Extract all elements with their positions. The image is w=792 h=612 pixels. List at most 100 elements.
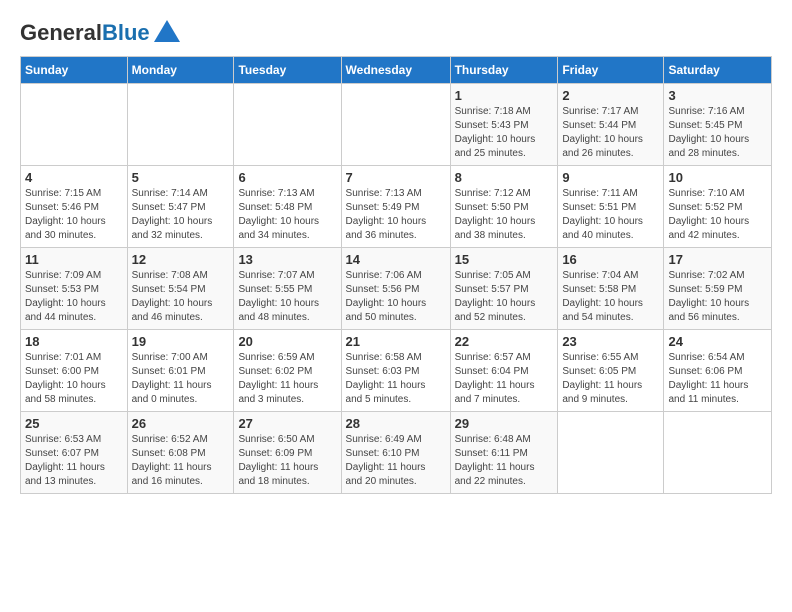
day-info: Sunrise: 7:09 AMSunset: 5:53 PMDaylight:… xyxy=(25,269,123,325)
day-number: 15 xyxy=(455,252,554,267)
day-number: 10 xyxy=(668,170,767,185)
header-monday: Monday xyxy=(127,57,234,84)
day-number: 4 xyxy=(25,170,123,185)
day-number: 17 xyxy=(668,252,767,267)
day-cell: 29 Sunrise: 6:48 AMSunset: 6:11 PMDayligh… xyxy=(450,412,558,494)
day-info: Sunrise: 7:10 AMSunset: 5:52 PMDaylight:… xyxy=(668,187,767,243)
header-thursday: Thursday xyxy=(450,57,558,84)
week-row-5: 25 Sunrise: 6:53 AMSunset: 6:07 PMDayligh… xyxy=(21,412,772,494)
day-info: Sunrise: 7:04 AMSunset: 5:58 PMDaylight:… xyxy=(562,269,659,325)
day-number: 11 xyxy=(25,252,123,267)
day-number: 25 xyxy=(25,416,123,431)
calendar-header-row: SundayMondayTuesdayWednesdayThursdayFrid… xyxy=(21,57,772,84)
day-cell: 20 Sunrise: 6:59 AMSunset: 6:02 PMDayligh… xyxy=(234,330,341,412)
day-info: Sunrise: 6:58 AMSunset: 6:03 PMDaylight:… xyxy=(346,351,446,407)
day-cell: 26 Sunrise: 6:52 AMSunset: 6:08 PMDayligh… xyxy=(127,412,234,494)
day-cell: 18Sunrise: 7:01 AMSunset: 6:00 PMDayligh… xyxy=(21,330,128,412)
day-cell: 1 Sunrise: 7:18 AMSunset: 5:43 PMDaylight… xyxy=(450,84,558,166)
day-cell: 13 Sunrise: 7:07 AMSunset: 5:55 PMDayligh… xyxy=(234,248,341,330)
day-cell xyxy=(21,84,128,166)
day-info: Sunrise: 7:02 AMSunset: 5:59 PMDaylight:… xyxy=(668,269,767,325)
day-cell: 7 Sunrise: 7:13 AMSunset: 5:49 PMDaylight… xyxy=(341,166,450,248)
day-info: Sunrise: 6:54 AMSunset: 6:06 PMDaylight:… xyxy=(668,351,767,407)
day-number: 21 xyxy=(346,334,446,349)
day-number: 13 xyxy=(238,252,336,267)
day-number: 22 xyxy=(455,334,554,349)
logo-icon xyxy=(152,16,182,46)
header-tuesday: Tuesday xyxy=(234,57,341,84)
day-cell: 2 Sunrise: 7:17 AMSunset: 5:44 PMDaylight… xyxy=(558,84,664,166)
day-number: 19 xyxy=(132,334,230,349)
day-number: 1 xyxy=(455,88,554,103)
day-info: Sunrise: 7:08 AMSunset: 5:54 PMDaylight:… xyxy=(132,269,230,325)
day-info: Sunrise: 6:50 AMSunset: 6:09 PMDaylight:… xyxy=(238,433,336,489)
day-number: 12 xyxy=(132,252,230,267)
day-number: 14 xyxy=(346,252,446,267)
week-row-3: 11 Sunrise: 7:09 AMSunset: 5:53 PMDayligh… xyxy=(21,248,772,330)
day-number: 7 xyxy=(346,170,446,185)
day-info: Sunrise: 7:15 AMSunset: 5:46 PMDaylight:… xyxy=(25,187,123,243)
week-row-2: 4 Sunrise: 7:15 AMSunset: 5:46 PMDaylight… xyxy=(21,166,772,248)
week-row-4: 18Sunrise: 7:01 AMSunset: 6:00 PMDayligh… xyxy=(21,330,772,412)
day-info: Sunrise: 6:49 AMSunset: 6:10 PMDaylight:… xyxy=(346,433,446,489)
day-cell: 22 Sunrise: 6:57 AMSunset: 6:04 PMDayligh… xyxy=(450,330,558,412)
day-cell: 8 Sunrise: 7:12 AMSunset: 5:50 PMDaylight… xyxy=(450,166,558,248)
day-info: Sunrise: 7:13 AMSunset: 5:48 PMDaylight:… xyxy=(238,187,336,243)
day-cell xyxy=(127,84,234,166)
day-number: 16 xyxy=(562,252,659,267)
day-info: Sunrise: 7:17 AMSunset: 5:44 PMDaylight:… xyxy=(562,105,659,161)
day-cell: 11 Sunrise: 7:09 AMSunset: 5:53 PMDayligh… xyxy=(21,248,128,330)
day-number: 2 xyxy=(562,88,659,103)
day-cell: 24Sunrise: 6:54 AMSunset: 6:06 PMDayligh… xyxy=(664,330,772,412)
day-cell: 17 Sunrise: 7:02 AMSunset: 5:59 PMDayligh… xyxy=(664,248,772,330)
day-info: Sunrise: 7:05 AMSunset: 5:57 PMDaylight:… xyxy=(455,269,554,325)
day-cell: 28 Sunrise: 6:49 AMSunset: 6:10 PMDayligh… xyxy=(341,412,450,494)
logo-general: General xyxy=(20,20,102,45)
day-info: Sunrise: 6:48 AMSunset: 6:11 PMDaylight:… xyxy=(455,433,554,489)
day-info: Sunrise: 7:07 AMSunset: 5:55 PMDaylight:… xyxy=(238,269,336,325)
day-number: 6 xyxy=(238,170,336,185)
day-number: 29 xyxy=(455,416,554,431)
day-cell: 23 Sunrise: 6:55 AMSunset: 6:05 PMDayligh… xyxy=(558,330,664,412)
day-cell: 21 Sunrise: 6:58 AMSunset: 6:03 PMDayligh… xyxy=(341,330,450,412)
day-info: Sunrise: 6:55 AMSunset: 6:05 PMDaylight:… xyxy=(562,351,659,407)
day-info: Sunrise: 7:11 AMSunset: 5:51 PMDaylight:… xyxy=(562,187,659,243)
day-number: 3 xyxy=(668,88,767,103)
day-number: 5 xyxy=(132,170,230,185)
day-cell: 6 Sunrise: 7:13 AMSunset: 5:48 PMDaylight… xyxy=(234,166,341,248)
day-cell: 25 Sunrise: 6:53 AMSunset: 6:07 PMDayligh… xyxy=(21,412,128,494)
day-cell: 10 Sunrise: 7:10 AMSunset: 5:52 PMDayligh… xyxy=(664,166,772,248)
day-cell: 3 Sunrise: 7:16 AMSunset: 5:45 PMDaylight… xyxy=(664,84,772,166)
logo-blue: Blue xyxy=(102,20,150,45)
day-number: 26 xyxy=(132,416,230,431)
day-number: 8 xyxy=(455,170,554,185)
day-cell xyxy=(341,84,450,166)
header-sunday: Sunday xyxy=(21,57,128,84)
day-number: 20 xyxy=(238,334,336,349)
day-number: 9 xyxy=(562,170,659,185)
day-cell: 14 Sunrise: 7:06 AMSunset: 5:56 PMDayligh… xyxy=(341,248,450,330)
logo: GeneralBlue xyxy=(20,20,182,46)
day-info: Sunrise: 7:18 AMSunset: 5:43 PMDaylight:… xyxy=(455,105,554,161)
day-info: Sunrise: 7:14 AMSunset: 5:47 PMDaylight:… xyxy=(132,187,230,243)
header-wednesday: Wednesday xyxy=(341,57,450,84)
header-friday: Friday xyxy=(558,57,664,84)
day-info: Sunrise: 7:06 AMSunset: 5:56 PMDaylight:… xyxy=(346,269,446,325)
header: GeneralBlue xyxy=(20,20,772,46)
day-cell: 12 Sunrise: 7:08 AMSunset: 5:54 PMDayligh… xyxy=(127,248,234,330)
day-cell xyxy=(558,412,664,494)
day-cell: 19Sunrise: 7:00 AMSunset: 6:01 PMDayligh… xyxy=(127,330,234,412)
day-cell: 15 Sunrise: 7:05 AMSunset: 5:57 PMDayligh… xyxy=(450,248,558,330)
day-number: 28 xyxy=(346,416,446,431)
day-info: Sunrise: 7:13 AMSunset: 5:49 PMDaylight:… xyxy=(346,187,446,243)
day-info: Sunrise: 6:53 AMSunset: 6:07 PMDaylight:… xyxy=(25,433,123,489)
day-cell xyxy=(664,412,772,494)
day-number: 23 xyxy=(562,334,659,349)
day-info: Sunrise: 6:57 AMSunset: 6:04 PMDaylight:… xyxy=(455,351,554,407)
day-info: Sunrise: 6:52 AMSunset: 6:08 PMDaylight:… xyxy=(132,433,230,489)
day-info: Sunrise: 6:59 AMSunset: 6:02 PMDaylight:… xyxy=(238,351,336,407)
day-info: Sunrise: 7:16 AMSunset: 5:45 PMDaylight:… xyxy=(668,105,767,161)
day-info: Sunrise: 7:12 AMSunset: 5:50 PMDaylight:… xyxy=(455,187,554,243)
header-saturday: Saturday xyxy=(664,57,772,84)
day-number: 27 xyxy=(238,416,336,431)
